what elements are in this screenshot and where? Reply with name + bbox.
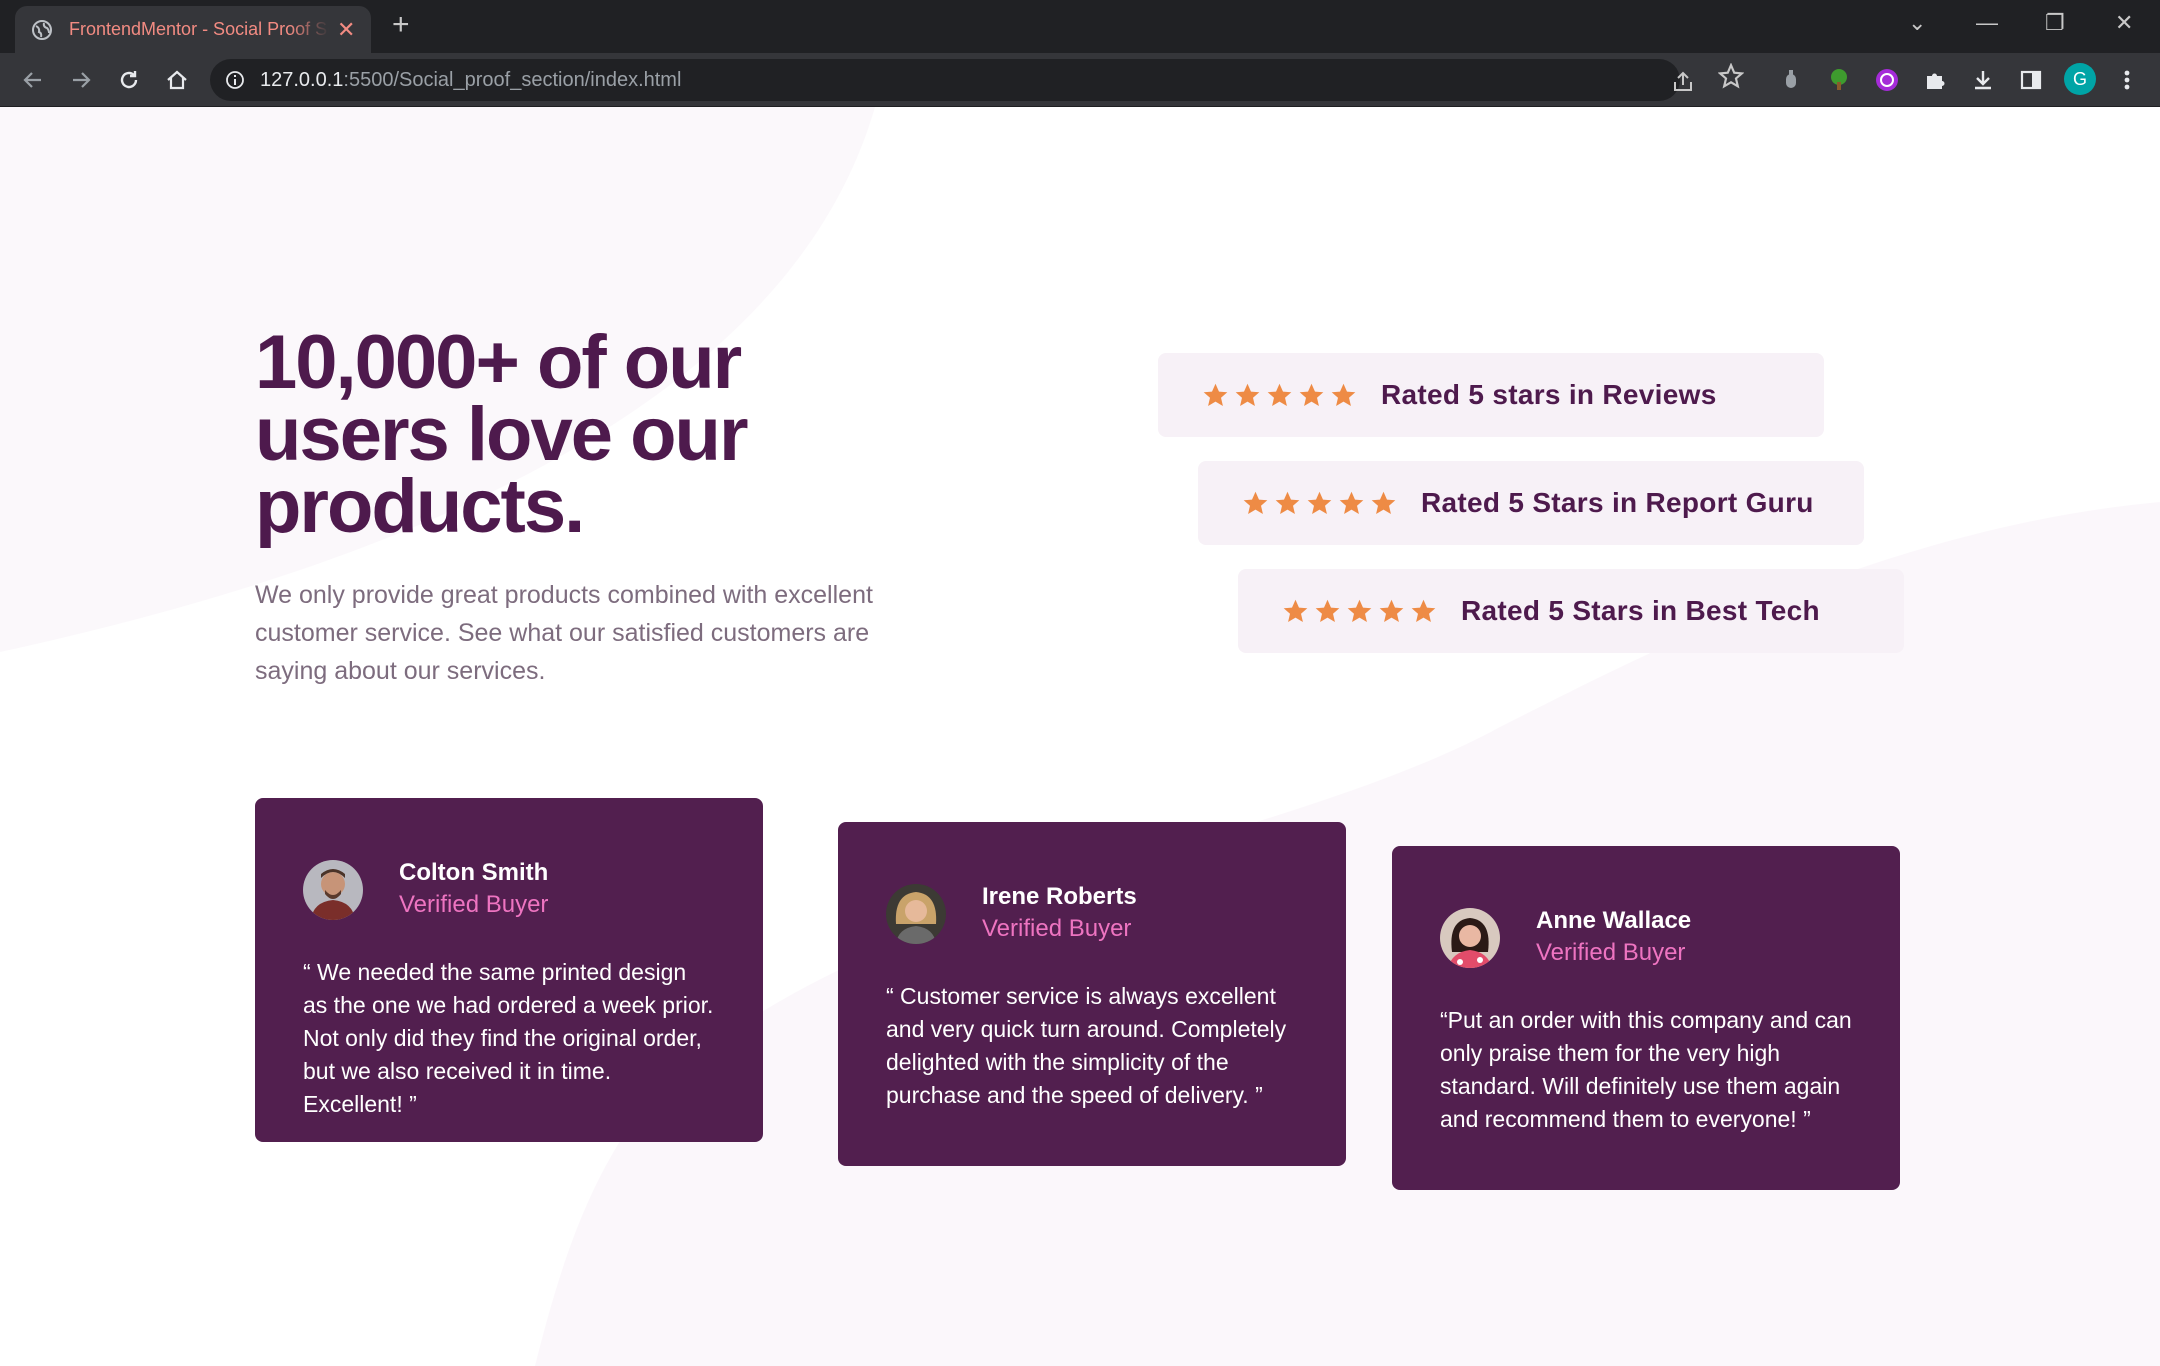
- reload-icon[interactable]: [114, 65, 144, 95]
- url-path: :5500/Social_proof_section/index.html: [343, 68, 682, 91]
- testimonial-card: Colton Smith Verified Buyer “ We needed …: [255, 798, 763, 1142]
- share-icon[interactable]: [1670, 69, 1696, 95]
- avatar: [886, 884, 946, 944]
- star-icon: [1235, 383, 1260, 406]
- extension-grey-icon[interactable]: [1776, 65, 1806, 95]
- close-window-button[interactable]: ✕: [2115, 10, 2133, 36]
- star-icon: [1411, 599, 1436, 622]
- page-viewport: 10,000+ of our users love our products. …: [0, 107, 2160, 1366]
- star-icon: [1331, 383, 1356, 406]
- new-tab-button[interactable]: +: [392, 10, 410, 40]
- verified-buyer-label: Verified Buyer: [1536, 939, 1686, 966]
- star-rating: [1242, 490, 1397, 517]
- extension-purple-icon[interactable]: [1872, 65, 1902, 95]
- star-icon: [1267, 383, 1292, 406]
- star-icon: [1371, 491, 1396, 514]
- star-icon: [1299, 383, 1324, 406]
- reviewer: Irene Roberts Verified Buyer: [886, 882, 1298, 946]
- url-text: 127.0.0.1:5500/Social_proof_section/inde…: [260, 69, 681, 92]
- testimonial-quote: “ We needed the same printed design as t…: [303, 959, 714, 1117]
- extension-tree-icon[interactable]: [1824, 65, 1854, 95]
- profile-avatar[interactable]: G: [2064, 63, 2096, 95]
- reviewer-name: Anne Wallace: [1536, 907, 1692, 934]
- avatar: [303, 860, 363, 920]
- tab-title: FrontendMentor - Social Proof Section: [69, 19, 329, 39]
- browser-tab-bar: FrontendMentor - Social Proof Section ✕ …: [0, 0, 2160, 53]
- tab-list-icon[interactable]: ⌄: [1908, 10, 1926, 36]
- site-info-icon[interactable]: [224, 69, 246, 91]
- rating-label: Rated 5 Stars in Best Tech: [1461, 595, 1820, 626]
- reviewer-info: Colton Smith Verified Buyer: [399, 858, 548, 922]
- rating-badge: Rated 5 stars in Reviews: [1158, 353, 1824, 437]
- testimonial-card: Anne Wallace Verified Buyer “Put an orde…: [1392, 846, 1900, 1190]
- intro-text: We only provide great products combined …: [255, 581, 873, 685]
- download-icon[interactable]: [1968, 65, 1998, 95]
- globe-icon: [31, 19, 53, 41]
- testimonial-card: Irene Roberts Verified Buyer “ Customer …: [838, 822, 1346, 1166]
- side-panel-icon[interactable]: [2016, 65, 2046, 95]
- star-icon: [1243, 491, 1268, 514]
- reviewer-info: Anne Wallace Verified Buyer: [1536, 906, 1691, 970]
- page-title: 10,000+ of our users love our products.: [255, 320, 749, 549]
- extensions-puzzle-icon[interactable]: [1920, 65, 1950, 95]
- rating-badge: Rated 5 Stars in Report Guru: [1198, 461, 1864, 545]
- tab-close-icon[interactable]: ✕: [337, 18, 355, 41]
- menu-kebab-icon[interactable]: [2112, 65, 2142, 95]
- testimonial-quote: “ Customer service is always excellent a…: [886, 983, 1287, 1108]
- star-rating: [1282, 598, 1437, 625]
- rating-label: Rated 5 Stars in Report Guru: [1421, 487, 1814, 518]
- url-host: 127.0.0.1: [260, 68, 344, 91]
- minimize-button[interactable]: —: [1976, 10, 1998, 36]
- star-icon: [1339, 491, 1364, 514]
- reviewer-info: Irene Roberts Verified Buyer: [982, 882, 1137, 946]
- back-arrow-icon[interactable]: [18, 65, 48, 95]
- rating-badge: Rated 5 Stars in Best Tech: [1238, 569, 1904, 653]
- restore-button[interactable]: ❐: [2045, 10, 2065, 36]
- rating-label: Rated 5 stars in Reviews: [1381, 379, 1717, 410]
- star-icon: [1275, 491, 1300, 514]
- home-icon[interactable]: [162, 65, 192, 95]
- avatar: [1440, 908, 1500, 968]
- star-icon: [1379, 599, 1404, 622]
- browser-tab[interactable]: FrontendMentor - Social Proof Section ✕: [15, 6, 371, 53]
- star-icon: [1315, 599, 1340, 622]
- bookmark-star-icon[interactable]: [1718, 63, 1744, 89]
- star-icon: [1347, 599, 1372, 622]
- reviewer: Colton Smith Verified Buyer: [303, 858, 715, 922]
- star-icon: [1307, 491, 1332, 514]
- testimonial-quote: “Put an order with this company and can …: [1440, 1007, 1852, 1132]
- address-bar[interactable]: 127.0.0.1:5500/Social_proof_section/inde…: [210, 59, 1692, 101]
- reviewer-name: Irene Roberts: [982, 883, 1137, 910]
- star-icon: [1203, 383, 1228, 406]
- forward-arrow-icon[interactable]: [66, 65, 96, 95]
- browser-toolbar: 127.0.0.1:5500/Social_proof_section/inde…: [0, 53, 2160, 107]
- star-rating: [1202, 382, 1357, 409]
- star-icon: [1283, 599, 1308, 622]
- verified-buyer-label: Verified Buyer: [399, 891, 549, 918]
- reviewer-name: Colton Smith: [399, 859, 549, 886]
- verified-buyer-label: Verified Buyer: [982, 915, 1132, 942]
- reviewer: Anne Wallace Verified Buyer: [1440, 906, 1852, 970]
